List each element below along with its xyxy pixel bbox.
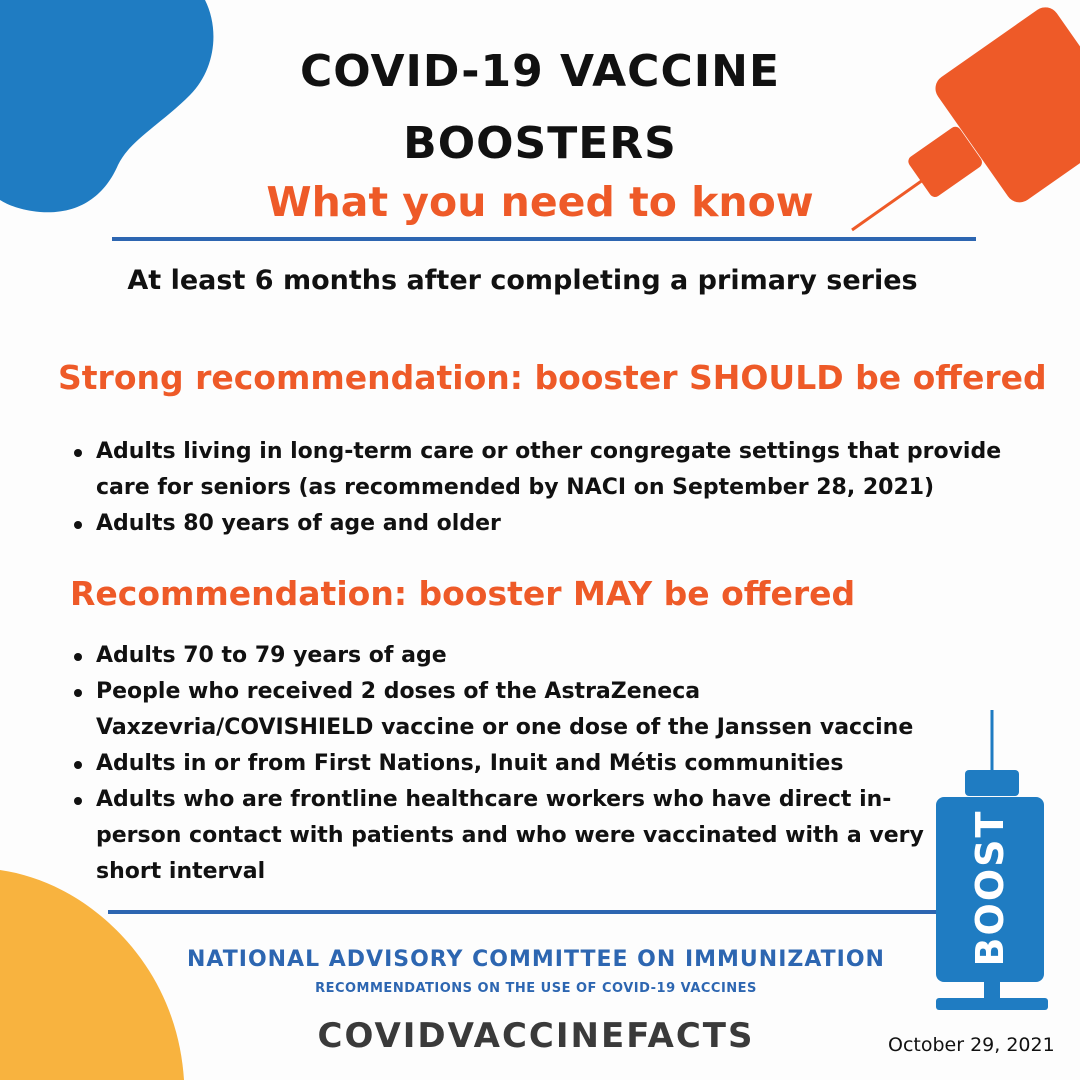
brand-name: COVIDVACCINEFACTS xyxy=(317,1016,755,1056)
header-divider xyxy=(112,237,976,241)
list-item: Adults 70 to 79 years of age xyxy=(72,638,934,674)
recommendation-heading: Recommendation: booster MAY be offered xyxy=(70,574,856,613)
list-item: Adults living in long-term care or other… xyxy=(72,434,1037,506)
list-item: People who received 2 doses of the Astra… xyxy=(72,674,934,746)
strong-recommendation-heading: Strong recommendation: booster SHOULD be… xyxy=(58,358,1047,397)
recommendation-list: Adults 70 to 79 years of age People who … xyxy=(72,638,934,890)
date: October 29, 2021 xyxy=(888,1034,1055,1056)
strong-recommendation-list: Adults living in long-term care or other… xyxy=(72,434,1037,542)
footer-divider xyxy=(108,910,936,914)
org-name: NATIONAL ADVISORY COMMITTEE ON IMMUNIZAT… xyxy=(187,947,885,972)
lead-text: At least 6 months after completing a pri… xyxy=(127,265,918,296)
syringe-label-text: BOOST xyxy=(968,809,1012,967)
list-item: Adults who are frontline healthcare work… xyxy=(72,782,934,890)
title-line-2: BOOSTERS xyxy=(403,118,677,169)
list-item: Adults in or from First Nations, Inuit a… xyxy=(72,746,934,782)
subtitle: What you need to know xyxy=(266,178,814,226)
org-subtitle: RECOMMENDATIONS ON THE USE OF COVID-19 V… xyxy=(315,981,757,996)
list-item: Adults 80 years of age and older xyxy=(72,506,1037,542)
title-line-1: COVID-19 VACCINE xyxy=(299,46,781,97)
yellow-blob xyxy=(0,870,184,1080)
